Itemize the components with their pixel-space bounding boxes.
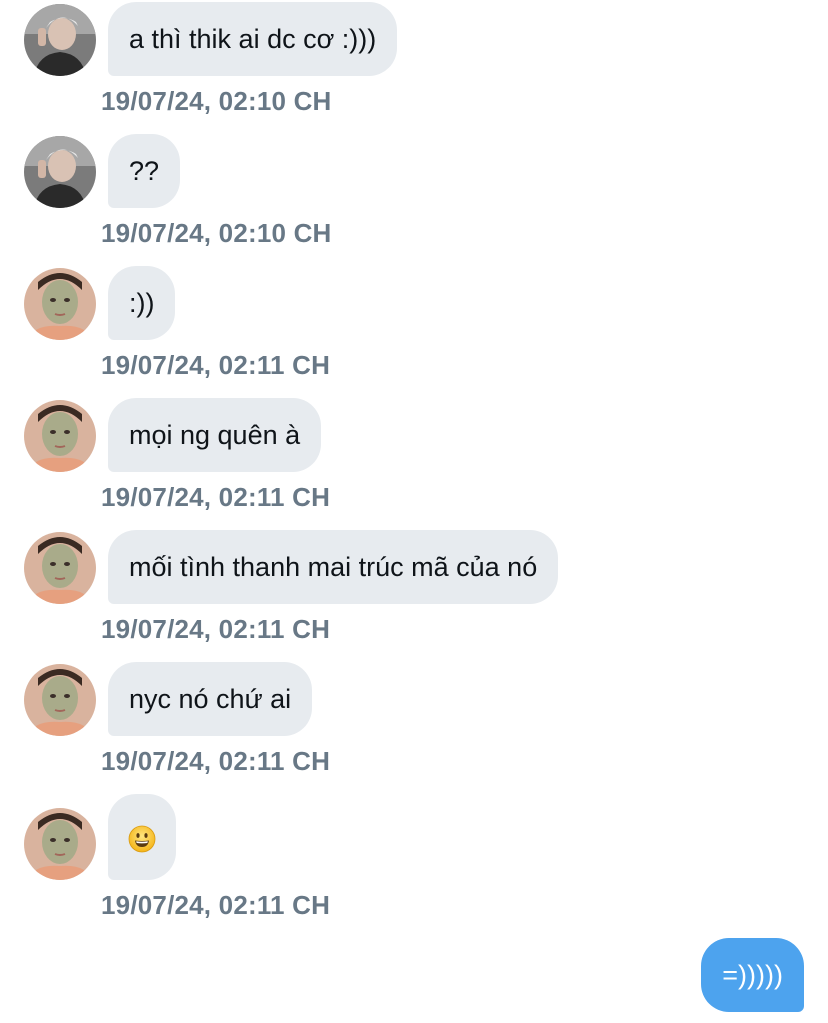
message-text: :))	[129, 288, 155, 318]
message-text: mối tình thanh mai trúc mã của nó	[129, 552, 538, 582]
avatar[interactable]	[24, 400, 96, 472]
avatar[interactable]	[24, 808, 96, 880]
message-timestamp: 19/07/24, 02:11 CH	[101, 890, 331, 920]
message-timestamp: 19/07/24, 02:11 CH	[101, 746, 331, 776]
avatar[interactable]	[24, 268, 96, 340]
message-bubble[interactable]	[108, 794, 176, 880]
message-timestamp: 19/07/24, 02:11 CH	[101, 614, 331, 644]
outgoing-message-text: =)))))	[722, 960, 783, 990]
avatar[interactable]	[24, 136, 96, 208]
message-bubble[interactable]: :))	[108, 266, 176, 340]
message-text: ??	[129, 156, 160, 186]
message-timestamp: 19/07/24, 02:10 CH	[101, 86, 332, 116]
message-text: a thì thik ai dc cơ :)))	[129, 24, 377, 54]
outgoing-message-bubble[interactable]: =)))))	[701, 938, 804, 1012]
message-bubble[interactable]: mối tình thanh mai trúc mã của nó	[108, 530, 559, 604]
grinning-face-emoji-icon	[128, 825, 156, 853]
message-timestamp: 19/07/24, 02:10 CH	[101, 218, 332, 248]
avatar[interactable]	[24, 532, 96, 604]
avatar[interactable]	[24, 4, 96, 76]
message-timestamp: 19/07/24, 02:11 CH	[101, 482, 331, 512]
message-text: nyc nó chứ ai	[129, 684, 292, 714]
message-bubble[interactable]: mọi ng quên à	[108, 398, 322, 472]
message-bubble[interactable]: a thì thik ai dc cơ :)))	[108, 2, 398, 76]
message-timestamp: 19/07/24, 02:11 CH	[101, 350, 331, 380]
avatar[interactable]	[24, 664, 96, 736]
message-text: mọi ng quên à	[129, 420, 301, 450]
message-bubble[interactable]: ??	[108, 134, 181, 208]
message-bubble[interactable]: nyc nó chứ ai	[108, 662, 313, 736]
